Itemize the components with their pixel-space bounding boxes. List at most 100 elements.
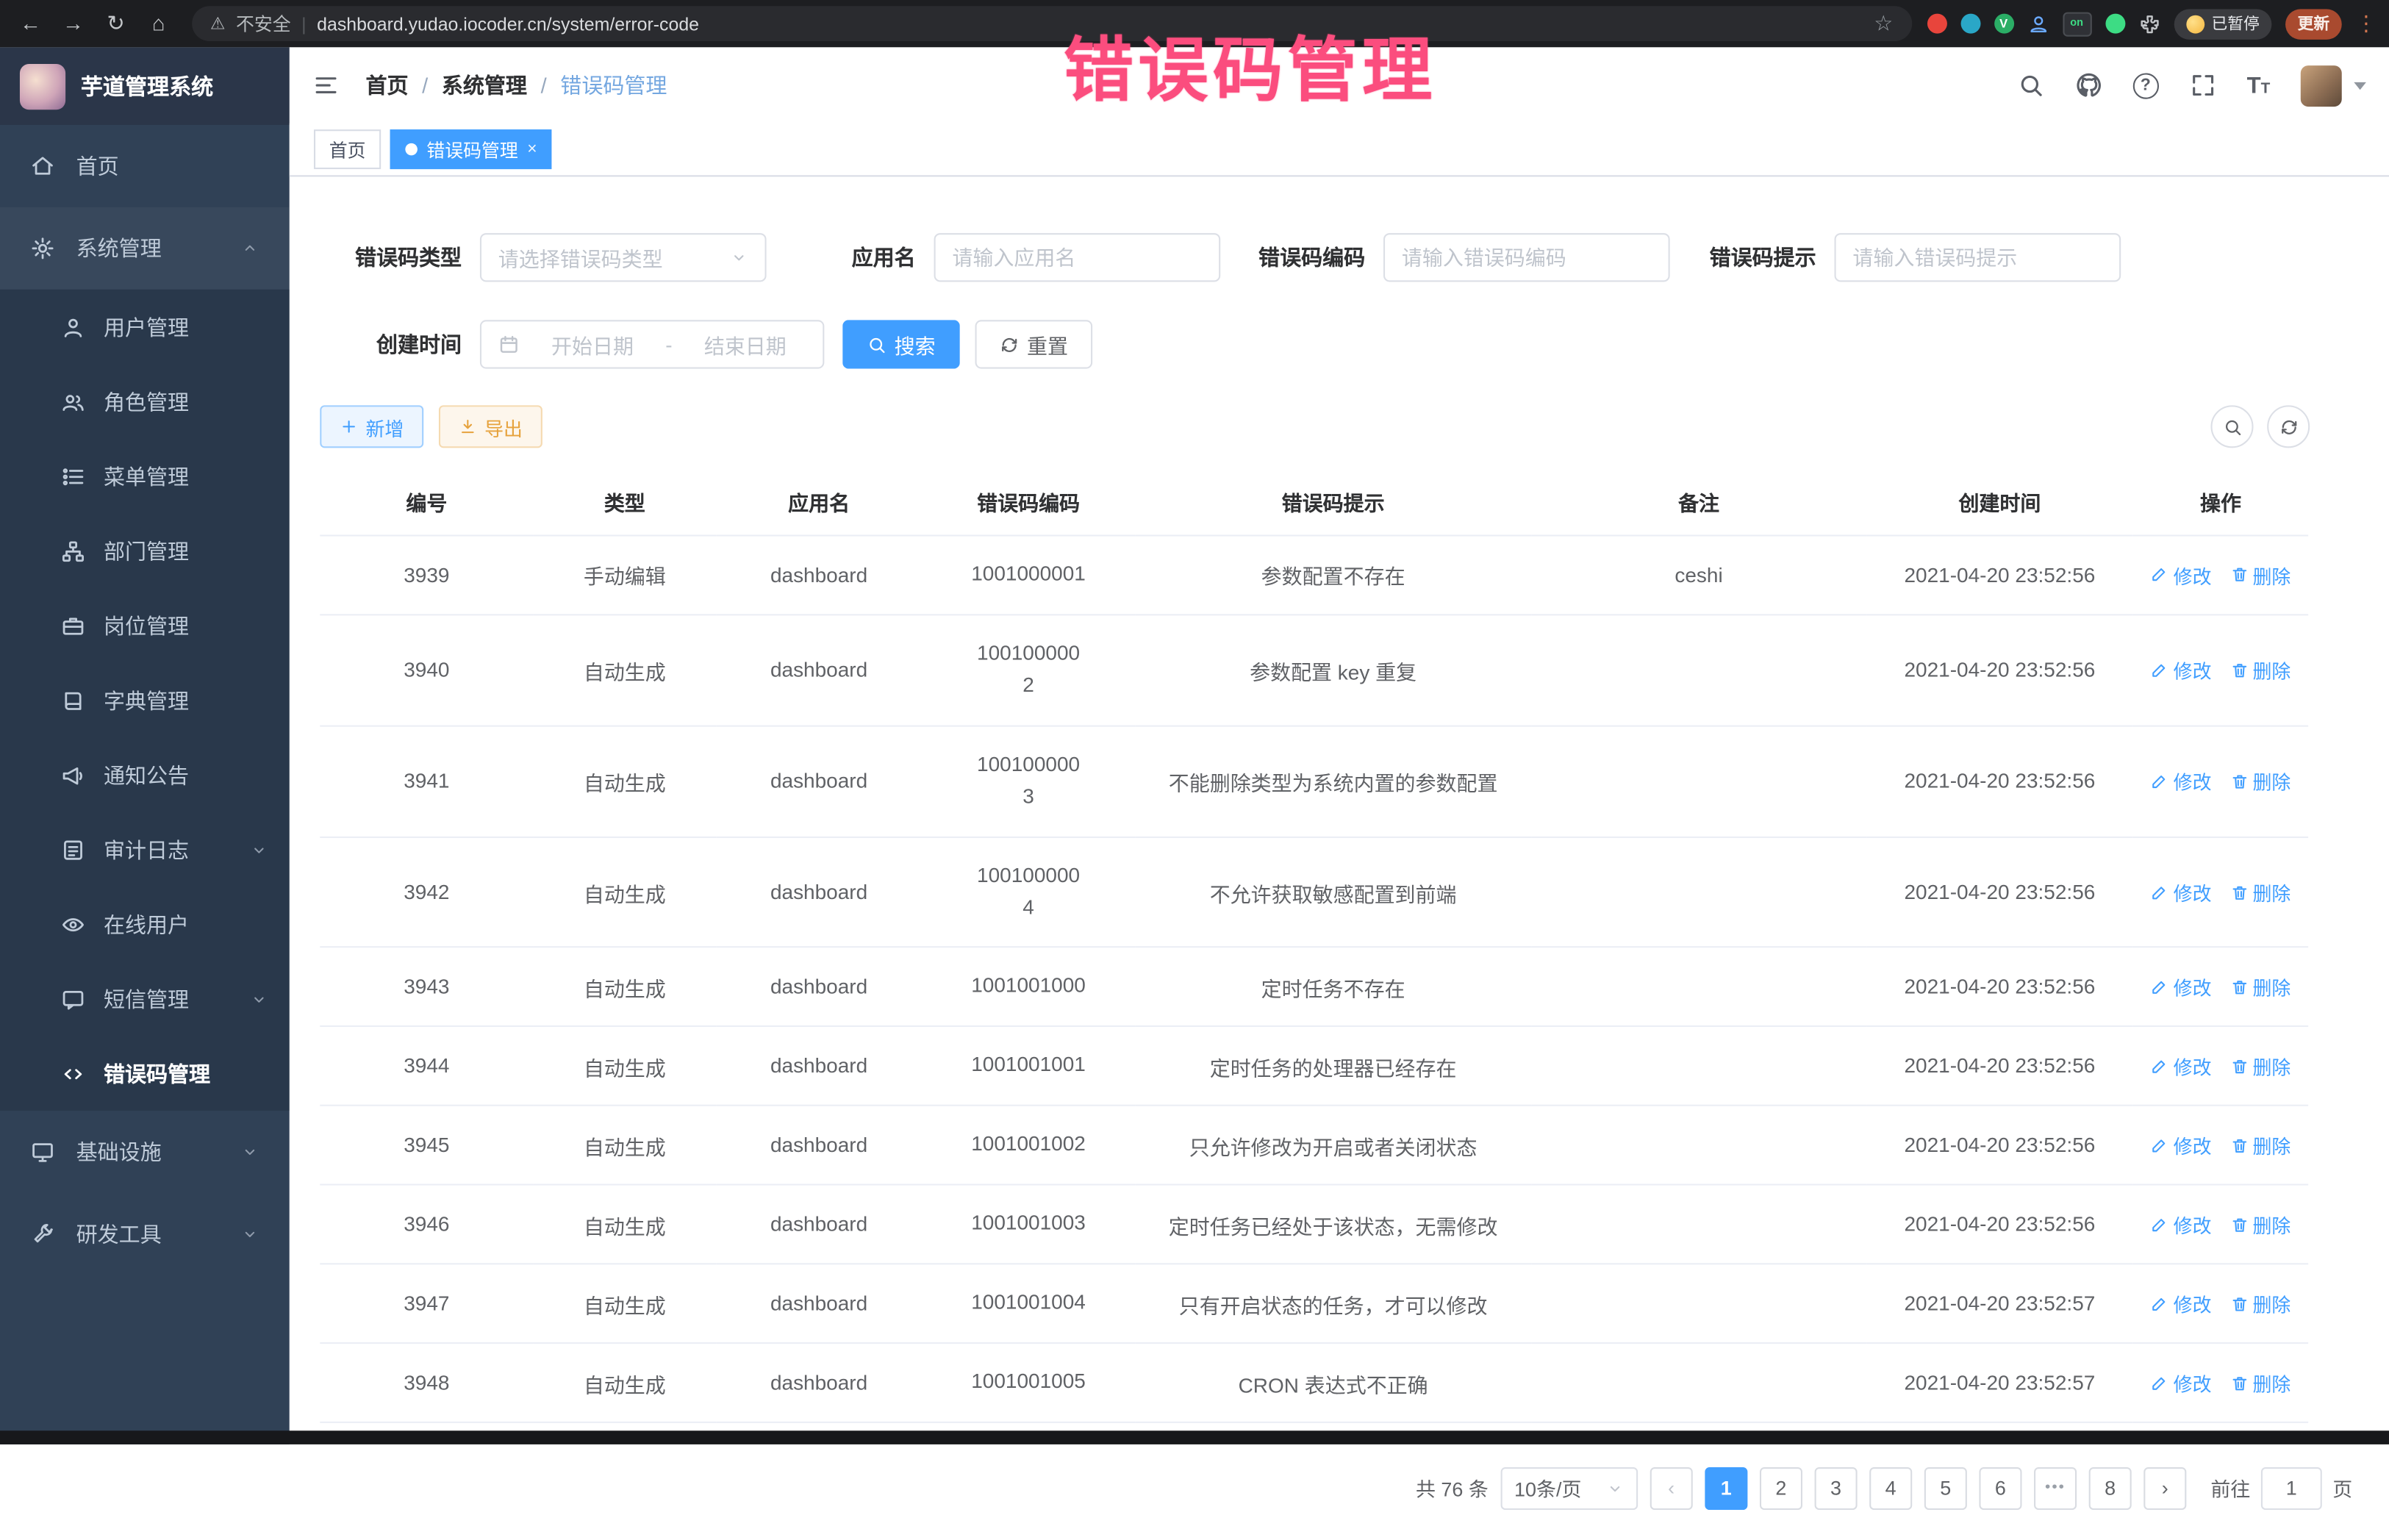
sidebar-item-audit-log[interactable]: 审计日志 [0, 812, 290, 887]
browser-menu-icon[interactable]: ⋮ [2355, 11, 2377, 37]
goto-page-input[interactable] [2261, 1467, 2322, 1510]
sidebar-item-posts[interactable]: 岗位管理 [0, 588, 290, 663]
sidebar-item-sms[interactable]: 短信管理 [0, 961, 290, 1036]
font-size-icon[interactable]: TT [2247, 72, 2271, 98]
page-button[interactable]: 2 [1760, 1467, 1802, 1510]
sidebar-item-error-code[interactable]: 错误码管理 [0, 1036, 290, 1111]
profile-paused-chip[interactable]: 已暂停 [2174, 8, 2272, 38]
sidebar-item-roles[interactable]: 角色管理 [0, 364, 290, 439]
delete-link[interactable]: 删除 [2229, 878, 2290, 906]
date-range-picker[interactable]: 开始日期 - 结束日期 [480, 320, 824, 368]
add-button[interactable]: 新增 [320, 405, 423, 448]
extension-check-icon[interactable]: V [1994, 14, 2013, 34]
tab-error-code[interactable]: 错误码管理 × [390, 129, 553, 169]
sidebar-item-devtools[interactable]: 研发工具 [0, 1193, 290, 1275]
edit-link[interactable]: 修改 [2151, 1210, 2212, 1239]
export-button[interactable]: 导出 [439, 405, 542, 448]
page-button[interactable]: 1 [1705, 1467, 1747, 1510]
toggle-search-button[interactable] [2210, 405, 2253, 448]
address-bar[interactable]: ⚠ 不安全 | dashboard.yudao.iocoder.cn/syste… [192, 6, 1911, 41]
delete-link[interactable]: 删除 [2229, 1368, 2290, 1397]
edit-link[interactable]: 修改 [2151, 1368, 2212, 1397]
app-name-input[interactable] [934, 233, 1221, 282]
extension-leaf-icon[interactable] [2105, 14, 2124, 34]
browser-reload-icon[interactable]: ↻ [98, 0, 135, 47]
edit-link[interactable]: 修改 [2151, 1289, 2212, 1318]
error-type-select[interactable]: 请选择错误码类型 [480, 233, 767, 282]
main-area: 首页 / 系统管理 / 错误码管理 ? TT 首页 错误码 [290, 47, 2389, 1444]
page-button[interactable]: 6 [1979, 1467, 2021, 1510]
sidebar-item-home[interactable]: 首页 [0, 125, 290, 207]
page-content: 错误码类型 请选择错误码类型 应用名 错误码编码 错误码提示 创建时间 开始日期 [290, 176, 2389, 1540]
sidebar-item-users[interactable]: 用户管理 [0, 290, 290, 365]
sidebar-item-system[interactable]: 系统管理 [0, 207, 290, 290]
search-button[interactable]: 搜索 [842, 320, 960, 368]
delete-link[interactable]: 删除 [2229, 973, 2290, 1001]
refresh-table-button[interactable] [2267, 405, 2310, 448]
edit-link[interactable]: 修改 [2151, 561, 2212, 590]
page-size-select[interactable]: 10条/页 [1500, 1467, 1638, 1510]
pencil-icon [2151, 1215, 2169, 1233]
sidebar-item-online-users[interactable]: 在线用户 [0, 887, 290, 961]
page-button[interactable]: 4 [1869, 1467, 1912, 1510]
delete-link[interactable]: 删除 [2229, 1052, 2290, 1081]
col-type: 类型 [533, 468, 716, 535]
delete-link[interactable]: 删除 [2229, 561, 2290, 590]
sidebar-item-notice[interactable]: 通知公告 [0, 737, 290, 812]
fullscreen-icon[interactable] [2189, 71, 2216, 99]
megaphone-icon [61, 762, 85, 787]
page-button[interactable]: 5 [1924, 1467, 1967, 1510]
browser-forward-icon[interactable]: → [55, 0, 92, 47]
search-icon[interactable] [2017, 71, 2044, 99]
breadcrumb-home[interactable]: 首页 [365, 70, 408, 100]
close-icon[interactable]: × [527, 140, 537, 159]
delete-link[interactable]: 删除 [2229, 656, 2290, 684]
table-row: 3942自动生成dashboard100100000 4不允许获取敏感配置到前端… [320, 837, 2308, 948]
delete-link[interactable]: 删除 [2229, 1210, 2290, 1239]
user-avatar[interactable] [2301, 65, 2342, 106]
sidebar-item-dict[interactable]: 字典管理 [0, 663, 290, 738]
help-icon[interactable]: ? [2132, 72, 2158, 98]
browser-back-icon[interactable]: ← [12, 0, 49, 47]
reset-button[interactable]: 重置 [975, 320, 1093, 368]
extension-people-icon[interactable] [2027, 13, 2049, 35]
sidebar-logo[interactable]: 芋道管理系统 [0, 47, 290, 125]
edit-link[interactable]: 修改 [2151, 1052, 2212, 1081]
delete-link[interactable]: 删除 [2229, 1131, 2290, 1159]
tab-home[interactable]: 首页 [314, 129, 381, 169]
delete-link[interactable]: 删除 [2229, 1289, 2290, 1318]
extensions-puzzle-icon[interactable] [2138, 13, 2160, 35]
page-ellipsis-button[interactable]: ••• [2034, 1467, 2077, 1510]
table-row: 3939手动编辑dashboard1001000001参数配置不存在ceshi2… [320, 536, 2308, 615]
edit-link[interactable]: 修改 [2151, 973, 2212, 1001]
tags-view-bar: 首页 错误码管理 × [290, 123, 2389, 177]
table-header-row: 编号 类型 应用名 错误码编码 错误码提示 备注 创建时间 操作 [320, 468, 2308, 535]
page-button[interactable]: 8 [2089, 1467, 2132, 1510]
edit-link[interactable]: 修改 [2151, 878, 2212, 906]
github-icon[interactable] [2074, 71, 2102, 99]
edit-link[interactable]: 修改 [2151, 767, 2212, 795]
trash-icon [2229, 978, 2248, 996]
breadcrumb-current: 错误码管理 [560, 70, 667, 100]
extension-red-icon[interactable] [1927, 14, 1946, 34]
extension-teal-icon[interactable] [1960, 14, 1980, 34]
sidebar-item-menus[interactable]: 菜单管理 [0, 439, 290, 514]
bookmark-star-icon[interactable]: ☆ [1874, 11, 1893, 37]
page-button[interactable]: 3 [1815, 1467, 1858, 1510]
sidebar-item-depts[interactable]: 部门管理 [0, 513, 290, 588]
next-page-button[interactable]: › [2143, 1467, 2186, 1510]
extension-on-badge-icon[interactable]: on [2062, 12, 2091, 36]
caret-down-icon[interactable] [2354, 82, 2366, 89]
profile-avatar-icon [2185, 15, 2204, 33]
prev-page-button[interactable]: ‹ [1650, 1467, 1693, 1510]
edit-link[interactable]: 修改 [2151, 656, 2212, 684]
delete-link[interactable]: 删除 [2229, 767, 2290, 795]
hamburger-icon[interactable] [312, 71, 340, 99]
sidebar-item-infra[interactable]: 基础设施 [0, 1111, 290, 1193]
breadcrumb-system[interactable]: 系统管理 [442, 70, 527, 100]
update-button[interactable]: 更新 [2285, 8, 2342, 38]
error-code-input[interactable] [1383, 233, 1670, 282]
error-hint-input[interactable] [1835, 233, 2121, 282]
edit-link[interactable]: 修改 [2151, 1131, 2212, 1159]
browser-home-icon[interactable]: ⌂ [140, 0, 177, 47]
